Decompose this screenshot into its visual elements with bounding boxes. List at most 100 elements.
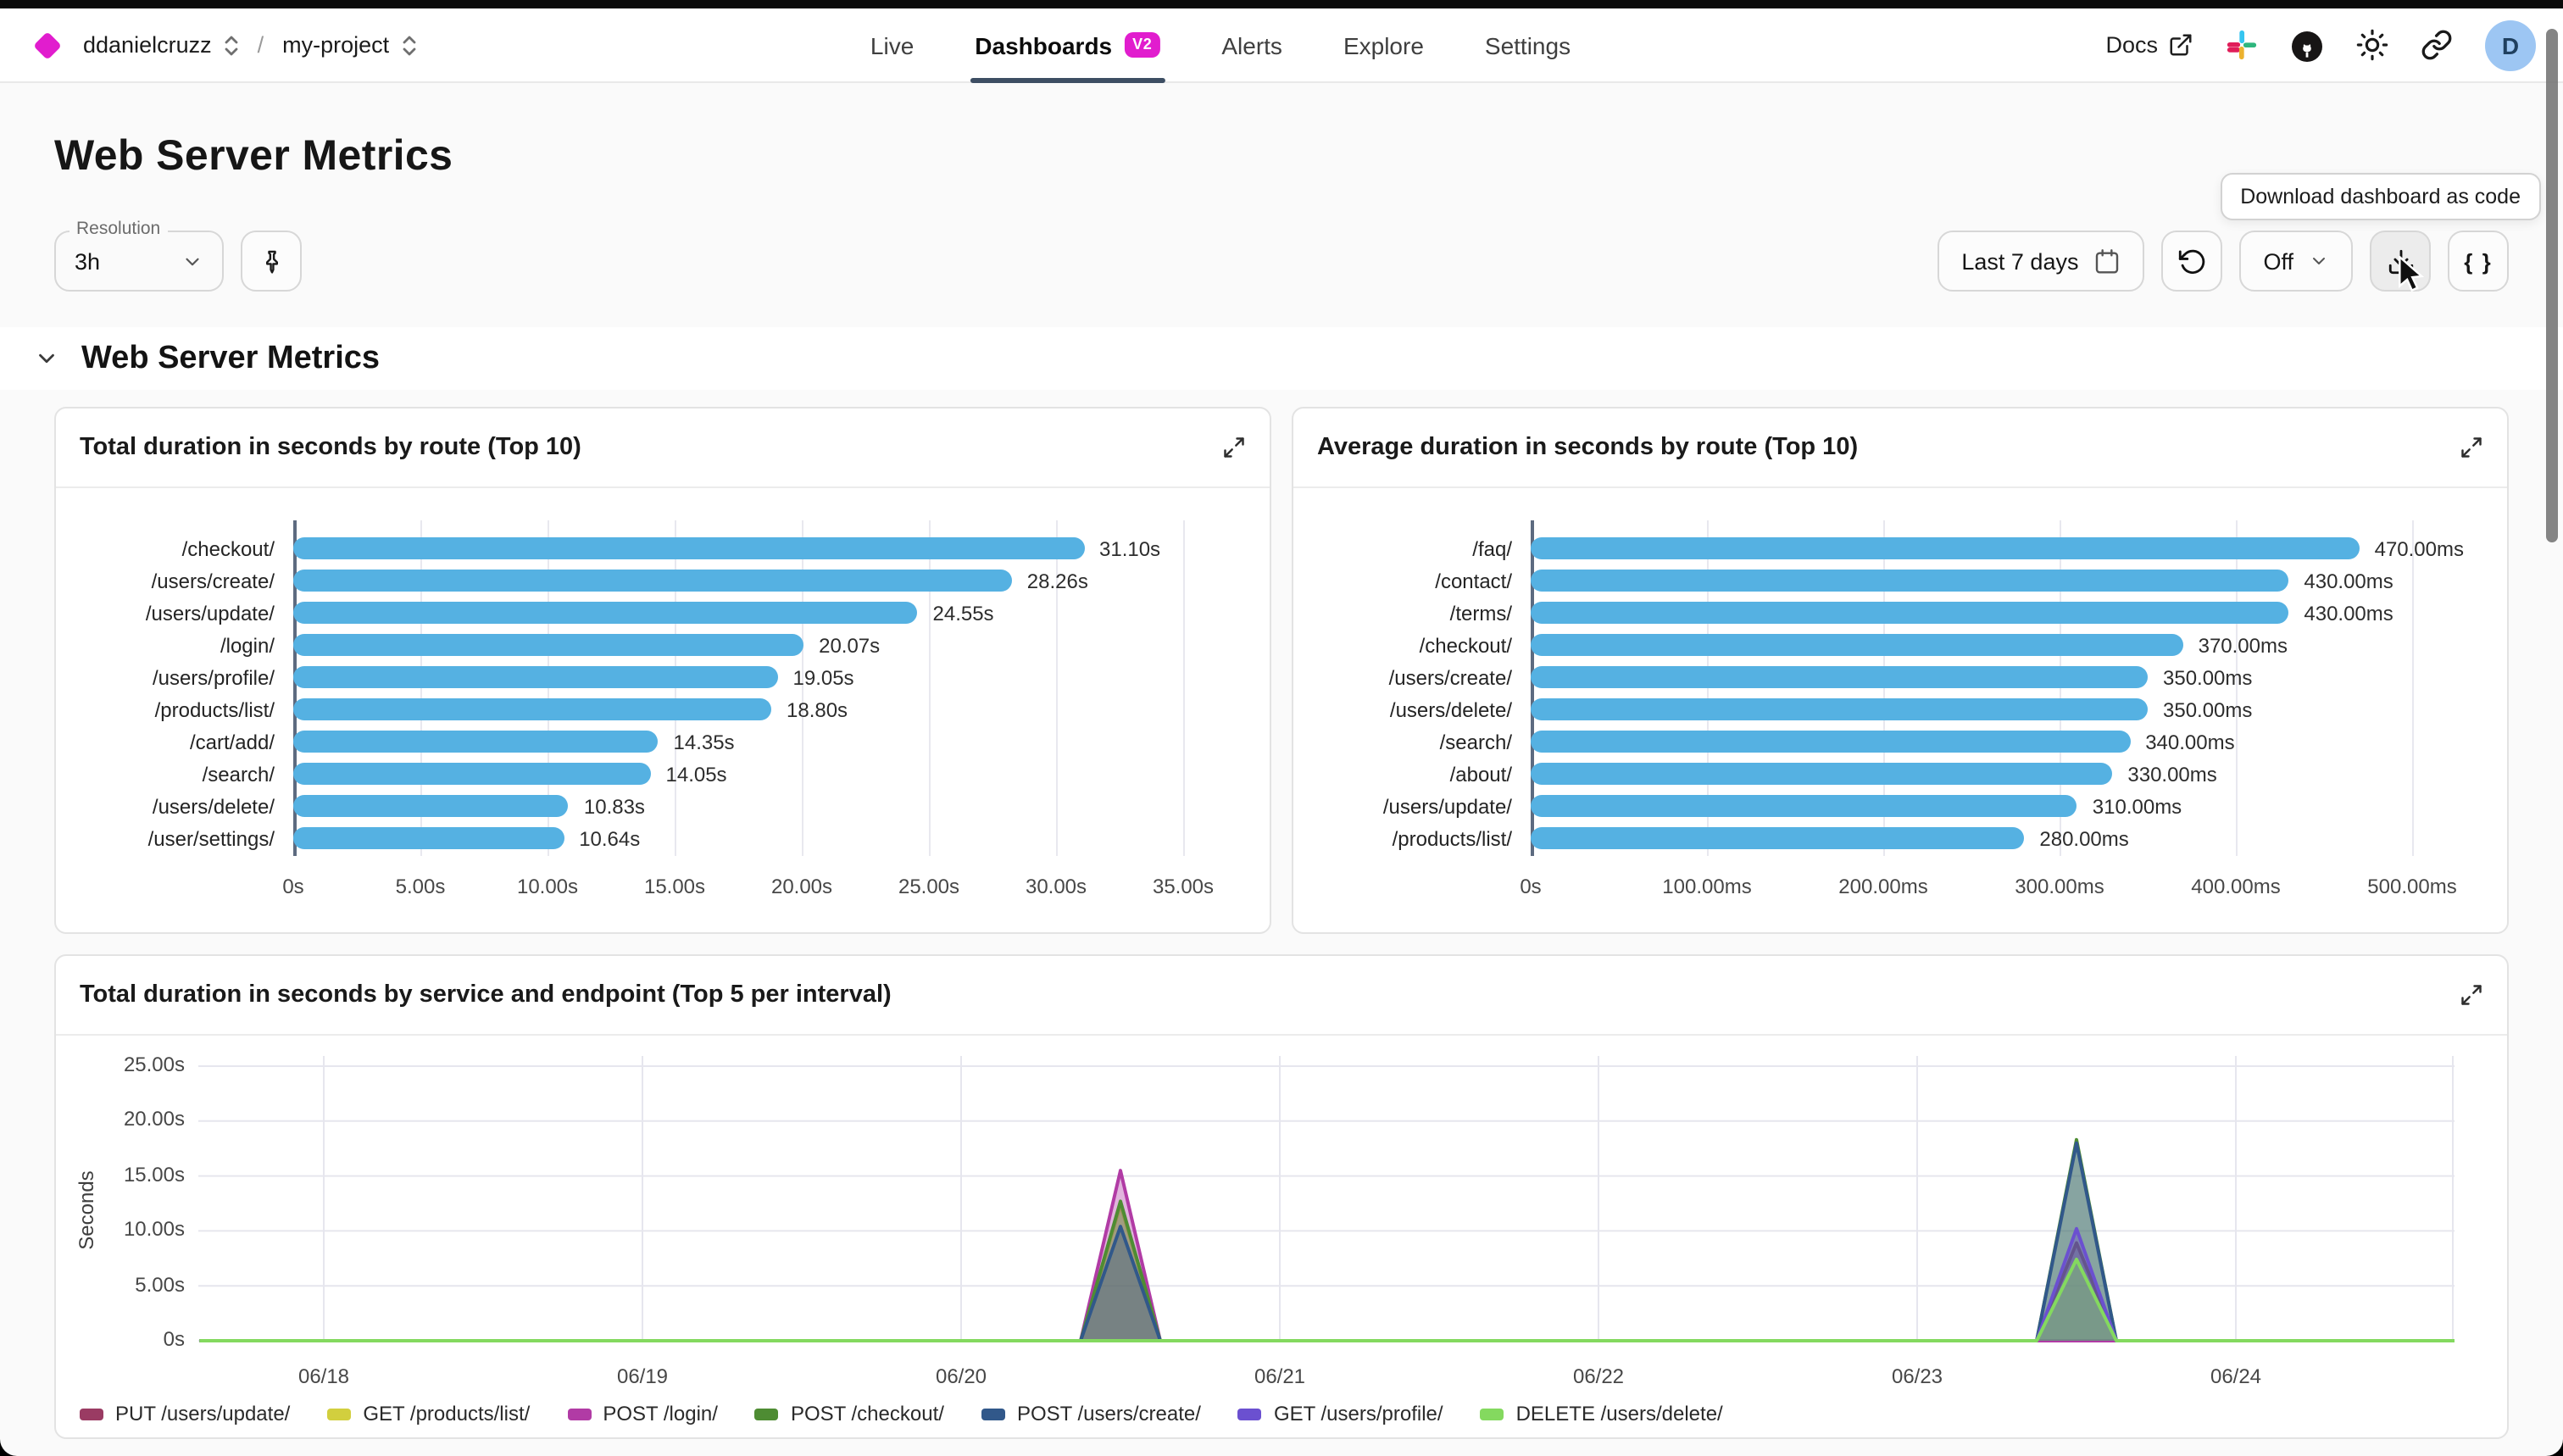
bar[interactable] xyxy=(1531,666,2148,688)
area-plot[interactable] xyxy=(198,1049,2455,1354)
tab-explore[interactable]: Explore xyxy=(1343,8,1424,82)
panel-header: Average duration in seconds by route (To… xyxy=(1293,408,2507,488)
screen: ddanielcruzz / my-project LiveDashboards… xyxy=(0,0,2563,1456)
tab-alerts[interactable]: Alerts xyxy=(1221,8,1282,82)
x-axis-tick-label: 5.00s xyxy=(396,875,446,898)
auto-refresh-select[interactable]: Off xyxy=(2239,231,2353,292)
bar[interactable] xyxy=(1531,827,2024,849)
tab-label: Dashboards xyxy=(975,31,1112,58)
bar[interactable] xyxy=(293,795,569,817)
legend-item[interactable]: POST /login/ xyxy=(567,1402,718,1425)
legend-item[interactable]: DELETE /users/delete/ xyxy=(1481,1402,1723,1425)
bar[interactable] xyxy=(293,731,659,753)
bar[interactable] xyxy=(1531,731,2130,753)
tab-label: Explore xyxy=(1343,31,1424,58)
series-area-GET /users/profile/ xyxy=(199,1229,2455,1341)
resolution-select[interactable]: Resolution 3h xyxy=(54,231,224,292)
scrollbar-thumb[interactable] xyxy=(2546,29,2558,542)
legend-item[interactable]: POST /users/create/ xyxy=(981,1402,1201,1425)
bar[interactable] xyxy=(1531,602,2288,624)
legend-item[interactable]: PUT /users/update/ xyxy=(80,1402,290,1425)
pin-icon xyxy=(257,247,286,275)
json-view-button[interactable]: { } xyxy=(2448,231,2509,292)
download-dashboard-button[interactable] xyxy=(2370,231,2431,292)
tab-live[interactable]: Live xyxy=(870,8,914,82)
bar-category-label: /users/profile/ xyxy=(76,661,293,693)
bar-category-label: /cart/add/ xyxy=(76,725,293,758)
user-avatar[interactable]: D xyxy=(2485,19,2536,70)
bar-category-label: /about/ xyxy=(1314,758,1531,790)
bar[interactable] xyxy=(1531,570,2288,592)
x-axis-tick-label: 15.00s xyxy=(644,875,705,898)
tab-label: Alerts xyxy=(1221,31,1282,58)
series-area-POST /checkout/ xyxy=(199,1140,2455,1341)
org-switcher-icon[interactable] xyxy=(224,33,239,57)
tab-settings[interactable]: Settings xyxy=(1485,8,1571,82)
legend-item[interactable]: GET /users/profile/ xyxy=(1238,1402,1443,1425)
bar[interactable] xyxy=(1531,634,2183,656)
panel-average-duration-by-route: Average duration in seconds by route (To… xyxy=(1292,407,2509,934)
resolution-label: Resolution xyxy=(69,219,167,239)
x-axis-tick-label: 100.00ms xyxy=(1662,875,1751,898)
legend-item[interactable]: GET /products/list/ xyxy=(327,1402,530,1425)
bar[interactable] xyxy=(1531,698,2148,720)
legend-swatch xyxy=(755,1408,779,1420)
bar-value-label: 19.05s xyxy=(793,665,854,689)
bar[interactable] xyxy=(293,570,1012,592)
active-tab-underline xyxy=(970,77,1165,82)
bar-plot-area: 0s100.00ms200.00ms300.00ms400.00ms500.00… xyxy=(1531,532,2487,902)
slack-icon[interactable] xyxy=(2226,29,2258,61)
bar[interactable] xyxy=(1531,763,2112,785)
time-range-button[interactable]: Last 7 days xyxy=(1938,231,2144,292)
series-line-GET /products/list/ xyxy=(199,1204,2455,1341)
bar-category-label: /products/list/ xyxy=(1314,822,1531,854)
chevron-down-icon xyxy=(2309,251,2329,271)
top-navigation: ddanielcruzz / my-project LiveDashboards… xyxy=(0,8,2563,83)
github-icon[interactable] xyxy=(2290,28,2324,62)
series-area-POST /users/create/ xyxy=(199,1143,2455,1341)
project-name[interactable]: my-project xyxy=(282,32,389,58)
refresh-button[interactable] xyxy=(2161,231,2222,292)
legend-swatch xyxy=(327,1408,351,1420)
bar[interactable] xyxy=(293,827,564,849)
expand-panel-icon[interactable] xyxy=(1222,436,1246,459)
y-axis-tick-label: 25.00s xyxy=(86,1053,185,1076)
bar-category-label: /users/update/ xyxy=(76,597,293,629)
docs-label: Docs xyxy=(2105,32,2158,58)
bar-value-label: 28.26s xyxy=(1027,569,1088,592)
project-switcher-icon[interactable] xyxy=(401,33,416,57)
brand-logo-icon[interactable] xyxy=(33,31,62,59)
bar[interactable] xyxy=(1531,537,2360,559)
tab-dashboards[interactable]: DashboardsV2 xyxy=(975,8,1160,82)
legend-label: GET /products/list/ xyxy=(363,1402,530,1425)
refresh-icon xyxy=(2177,247,2206,275)
y-axis-title: Seconds xyxy=(75,1159,98,1261)
expand-panel-icon[interactable] xyxy=(2460,983,2483,1007)
bar[interactable] xyxy=(293,698,771,720)
bar-category-label: /users/delete/ xyxy=(1314,693,1531,725)
org-name[interactable]: ddanielcruzz xyxy=(83,32,212,58)
panel-title: Total duration in seconds by service and… xyxy=(80,981,892,1009)
bar[interactable] xyxy=(1531,795,2077,817)
x-axis-tick-label: 06/22 xyxy=(1539,1364,1658,1388)
x-axis-tick-label: 200.00ms xyxy=(1838,875,1927,898)
theme-toggle-sun-icon[interactable] xyxy=(2356,29,2388,61)
section-title: Web Server Metrics xyxy=(81,340,380,377)
pin-resolution-button[interactable] xyxy=(241,231,302,292)
bar-value-label: 370.00ms xyxy=(2199,633,2288,657)
expand-panel-icon[interactable] xyxy=(2460,436,2483,459)
bar[interactable] xyxy=(293,602,918,624)
bar[interactable] xyxy=(293,763,651,785)
x-axis-tick-label: 06/20 xyxy=(902,1364,1020,1388)
x-axis-tick-label: 35.00s xyxy=(1153,875,1214,898)
legend-item[interactable]: POST /checkout/ xyxy=(755,1402,944,1425)
bar[interactable] xyxy=(293,634,803,656)
bar[interactable] xyxy=(293,537,1084,559)
section-collapse-icon[interactable] xyxy=(34,346,59,371)
legend-label: POST /checkout/ xyxy=(791,1402,944,1425)
bar[interactable] xyxy=(293,666,778,688)
docs-link[interactable]: Docs xyxy=(2105,32,2193,58)
share-link-icon[interactable] xyxy=(2421,29,2453,61)
y-axis-tick-label: 20.00s xyxy=(86,1108,185,1131)
bar-category-label: /checkout/ xyxy=(1314,629,1531,661)
